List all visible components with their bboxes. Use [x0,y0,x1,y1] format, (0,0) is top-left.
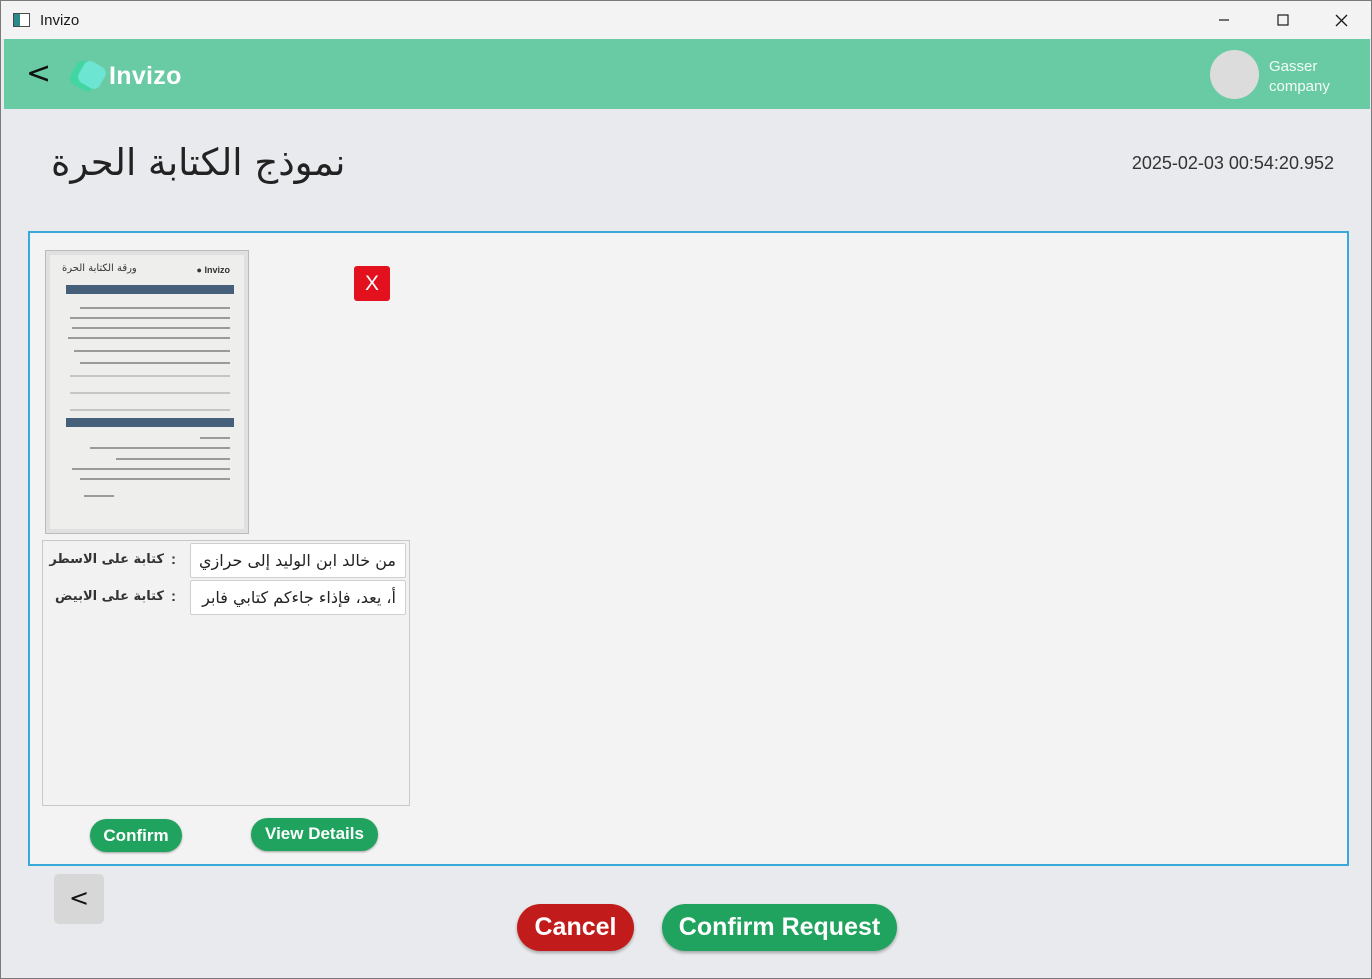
page-title: نموذج الكتابة الحرة [51,141,346,184]
document-panel: ● Invizo ورقة الكتابة الحرة X كتابة على … [28,231,1349,866]
user-info: Gasser company [1269,57,1330,97]
minimize-icon[interactable] [1194,1,1253,39]
field-input-blank[interactable]: أ، يعد، فإذاء جاءكم كتابي فابر [190,580,406,615]
user-company: company [1269,78,1330,95]
document-image[interactable]: ● Invizo ورقة الكتابة الحرة [45,250,249,534]
confirm-request-button[interactable]: Confirm Request [662,904,897,951]
user-name: Gasser [1269,58,1318,75]
field-input-lines[interactable]: من خالد ابن الوليد إلى حرازي [190,543,406,578]
back-button[interactable]: < [26,59,51,89]
field-row: كتابة على الابيض : أ، يعد، فإذاء جاءكم ك… [43,580,409,616]
title-bar: Invizo [1,1,1371,39]
document-logo-icon: ● Invizo [196,265,230,275]
previous-page-button[interactable]: < [54,874,104,924]
app-header: < Invizo Gasser company [4,39,1370,109]
remove-document-button[interactable]: X [354,266,390,301]
field-row: كتابة على الاسطر : من خالد ابن الوليد إل… [43,543,409,579]
maximize-icon[interactable] [1253,1,1312,39]
logo-icon [67,58,110,94]
field-label: كتابة على الاسطر [49,552,164,567]
close-icon[interactable] [1312,1,1371,39]
logo: Invizo [67,58,182,94]
confirm-button[interactable]: Confirm [90,819,182,852]
view-details-button[interactable]: View Details [251,818,378,851]
extracted-fields: كتابة على الاسطر : من خالد ابن الوليد إل… [42,540,410,806]
field-colon: : [171,588,176,605]
document-heading-graphic: ورقة الكتابة الحرة [62,263,137,274]
app-window: Invizo < Invizo Gasser company نموذج الك… [0,0,1372,979]
field-label: كتابة على الابيض [55,589,164,604]
avatar[interactable] [1210,50,1259,99]
timestamp: 2025-02-03 00:54:20.952 [1131,153,1334,173]
window-controls [1194,1,1371,39]
window-title: Invizo [40,11,80,29]
field-colon: : [171,551,176,568]
cancel-button[interactable]: Cancel [517,904,634,951]
logo-text: Invizo [109,61,182,90]
app-icon [13,13,30,27]
